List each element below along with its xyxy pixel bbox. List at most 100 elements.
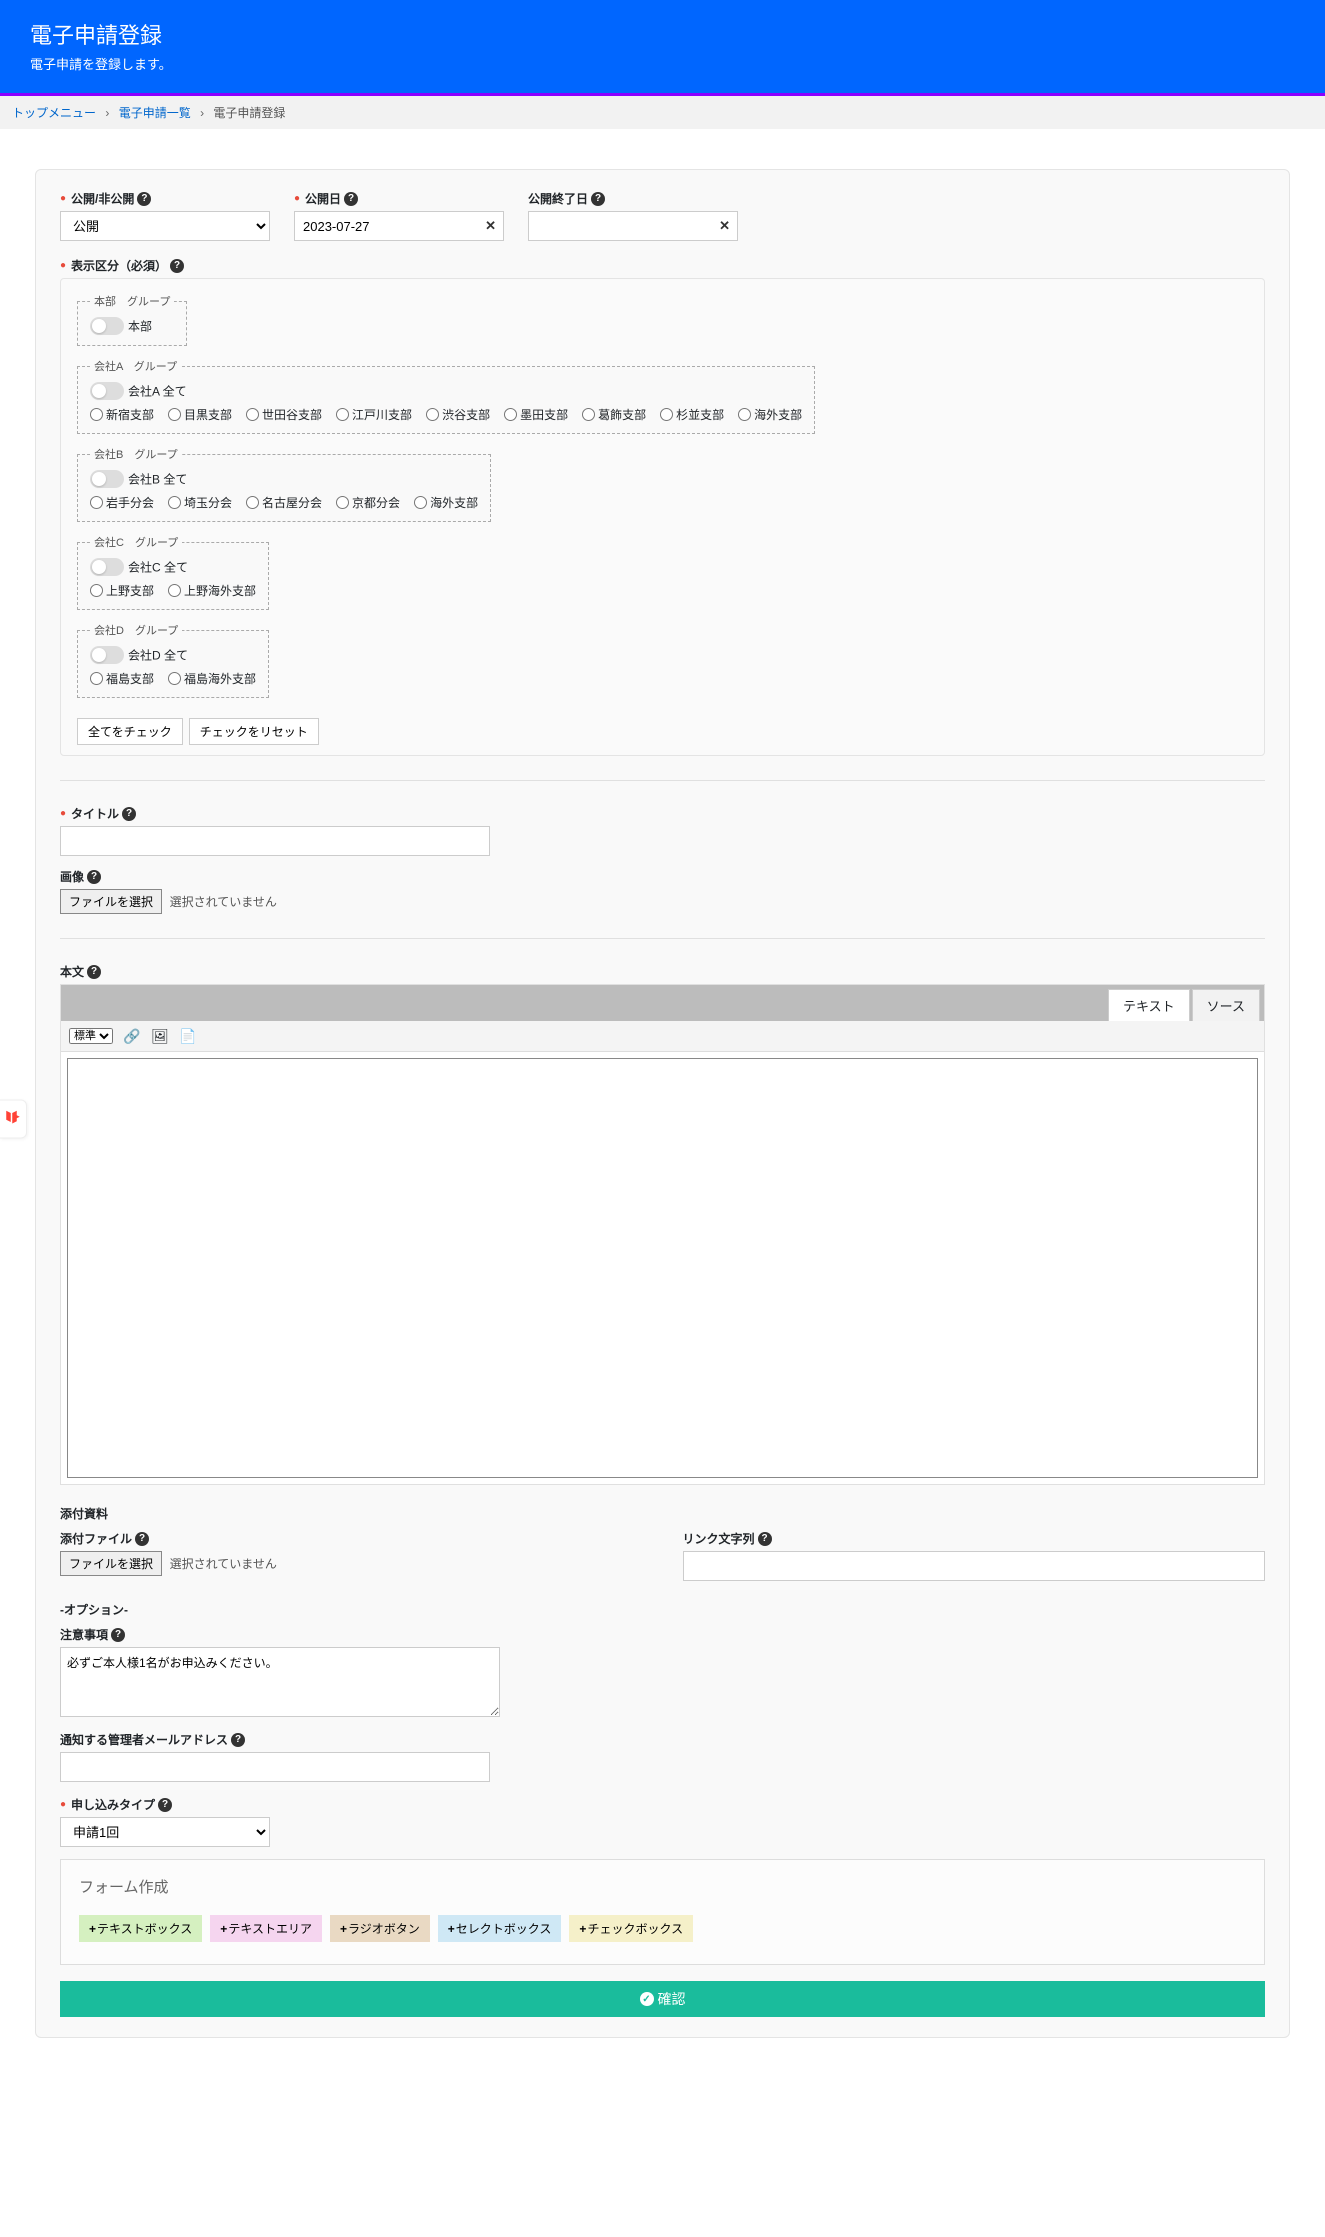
toggle-label: 会社B 全て bbox=[128, 473, 187, 487]
publish-end-label: 公開終了日? bbox=[528, 190, 738, 207]
branch-radio[interactable]: 渋谷支部 bbox=[426, 406, 490, 423]
link-text-input[interactable] bbox=[683, 1551, 1266, 1581]
help-icon[interactable]: ? bbox=[591, 192, 605, 206]
branch-radio[interactable]: 墨田支部 bbox=[504, 406, 568, 423]
file-icon[interactable]: 📄 bbox=[179, 1027, 197, 1045]
branch-radio[interactable]: 京都分会 bbox=[336, 494, 400, 511]
clear-icon[interactable]: ✕ bbox=[485, 218, 496, 234]
editor-textarea[interactable] bbox=[67, 1058, 1258, 1478]
publish-end-input[interactable] bbox=[528, 211, 738, 241]
form-panel: 公開/非公開? 公開 公開日? ✕ 公開終了日? ✕ 表示区分（必須）? 本部 … bbox=[35, 169, 1290, 2038]
branch-radio[interactable]: 福島海外支部 bbox=[168, 670, 256, 687]
branch-radio[interactable]: 世田谷支部 bbox=[246, 406, 322, 423]
side-handle[interactable] bbox=[0, 1099, 27, 1138]
help-icon[interactable]: ? bbox=[135, 1532, 149, 1546]
check-all-button[interactable]: 全てをチェック bbox=[77, 718, 183, 745]
check-circle-icon: ✓ bbox=[640, 1992, 654, 2006]
help-icon[interactable]: ? bbox=[231, 1733, 245, 1747]
separator bbox=[60, 780, 1265, 781]
body-label: 本文? bbox=[60, 963, 1265, 980]
branch-radio[interactable]: 杉並支部 bbox=[660, 406, 724, 423]
publish-date-label: 公開日? bbox=[294, 190, 504, 207]
branch-radio[interactable]: 上野海外支部 bbox=[168, 582, 256, 599]
help-icon[interactable]: ? bbox=[158, 1798, 172, 1812]
page-title: 電子申請登録 bbox=[30, 18, 1295, 50]
group-fieldset: 会社A グループ会社A 全て新宿支部目黒支部世田谷支部江戸川支部渋谷支部墨田支部… bbox=[77, 358, 815, 434]
visibility-select[interactable]: 公開 bbox=[60, 211, 270, 241]
image-file-button[interactable]: ファイルを選択 bbox=[60, 889, 162, 914]
group-legend: 会社A グループ bbox=[90, 358, 181, 374]
toggle-switch[interactable] bbox=[90, 382, 124, 400]
toggle-label: 会社A 全て bbox=[128, 385, 187, 399]
attach-file-button[interactable]: ファイルを選択 bbox=[60, 1551, 162, 1576]
add-textbox-button[interactable]: テキストボックス bbox=[79, 1915, 202, 1942]
separator bbox=[60, 938, 1265, 939]
branch-radio[interactable]: 福島支部 bbox=[90, 670, 154, 687]
branch-radio[interactable]: 海外支部 bbox=[738, 406, 802, 423]
help-icon[interactable]: ? bbox=[170, 259, 184, 273]
apply-type-label: 申し込みタイプ? bbox=[60, 1796, 270, 1813]
form-builder: フォーム作成 テキストボックステキストエリアラジオボタンセレクトボックスチェック… bbox=[60, 1859, 1265, 1965]
breadcrumb-top[interactable]: トップメニュー bbox=[12, 106, 96, 120]
confirm-button[interactable]: ✓ 確認 bbox=[60, 1981, 1265, 2017]
help-icon[interactable]: ? bbox=[344, 192, 358, 206]
breadcrumb-list[interactable]: 電子申請一覧 bbox=[119, 106, 191, 120]
branch-radio[interactable]: 新宿支部 bbox=[90, 406, 154, 423]
branch-radio[interactable]: 埼玉分会 bbox=[168, 494, 232, 511]
add-textarea-button[interactable]: テキストエリア bbox=[210, 1915, 322, 1942]
publish-date-input[interactable] bbox=[294, 211, 504, 241]
editor-tab-source[interactable]: ソース bbox=[1192, 989, 1260, 1021]
branch-radio[interactable]: 目黒支部 bbox=[168, 406, 232, 423]
toggle-switch[interactable] bbox=[90, 646, 124, 664]
breadcrumb: トップメニュー › 電子申請一覧 › 電子申請登録 bbox=[0, 96, 1325, 129]
help-icon[interactable]: ? bbox=[137, 192, 151, 206]
group-legend: 会社C グループ bbox=[90, 534, 182, 550]
branch-radio[interactable]: 岩手分会 bbox=[90, 494, 154, 511]
help-icon[interactable]: ? bbox=[111, 1628, 125, 1642]
add-radio-button[interactable]: ラジオボタン bbox=[330, 1915, 430, 1942]
add-select-button[interactable]: セレクトボックス bbox=[438, 1915, 562, 1942]
group-fieldset: 会社B グループ会社B 全て岩手分会埼玉分会名古屋分会京都分会海外支部 bbox=[77, 446, 491, 522]
toggle-switch[interactable] bbox=[90, 470, 124, 488]
chevron-right-icon: › bbox=[105, 106, 109, 120]
help-icon[interactable]: ? bbox=[122, 807, 136, 821]
admin-email-input[interactable] bbox=[60, 1752, 490, 1782]
laravel-icon bbox=[4, 1108, 22, 1126]
note-textarea[interactable]: 必ずご本人様1名がお申込みください。 bbox=[60, 1647, 500, 1717]
branch-radio[interactable]: 江戸川支部 bbox=[336, 406, 412, 423]
help-icon[interactable]: ? bbox=[758, 1532, 772, 1546]
branch-radio[interactable]: 海外支部 bbox=[414, 494, 478, 511]
branch-radio[interactable]: 名古屋分会 bbox=[246, 494, 322, 511]
clear-icon[interactable]: ✕ bbox=[719, 218, 730, 234]
toggle-label: 会社C 全て bbox=[128, 561, 188, 575]
group-fieldset: 会社C グループ会社C 全て上野支部上野海外支部 bbox=[77, 534, 269, 610]
branch-radio[interactable]: 葛飾支部 bbox=[582, 406, 646, 423]
format-select[interactable]: 標準 bbox=[69, 1028, 113, 1044]
admin-email-label: 通知する管理者メールアドレス? bbox=[60, 1731, 490, 1748]
form-builder-title: フォーム作成 bbox=[79, 1876, 1246, 1897]
title-label: タイトル? bbox=[60, 805, 490, 822]
link-icon[interactable]: 🔗 bbox=[123, 1027, 141, 1045]
title-input[interactable] bbox=[60, 826, 490, 856]
image-icon[interactable]: 🖼 bbox=[151, 1027, 169, 1045]
toggle-switch[interactable] bbox=[90, 558, 124, 576]
branch-radio[interactable]: 上野支部 bbox=[90, 582, 154, 599]
attachments-heading: 添付資料 bbox=[60, 1505, 1265, 1522]
add-checkbox-button[interactable]: チェックボックス bbox=[569, 1915, 693, 1942]
toggle-label: 本部 bbox=[128, 320, 152, 334]
link-text-label: リンク文字列? bbox=[683, 1530, 1266, 1547]
toggle-switch[interactable] bbox=[90, 317, 124, 335]
attach-file-label: 添付ファイル? bbox=[60, 1530, 643, 1547]
note-label: 注意事項? bbox=[60, 1626, 500, 1643]
display-group-label: 表示区分（必須）? bbox=[60, 257, 1265, 274]
image-label: 画像? bbox=[60, 868, 1265, 885]
breadcrumb-current: 電子申請登録 bbox=[213, 106, 285, 120]
help-icon[interactable]: ? bbox=[87, 965, 101, 979]
editor-tab-text[interactable]: テキスト bbox=[1108, 989, 1190, 1021]
help-icon[interactable]: ? bbox=[87, 870, 101, 884]
group-legend: 本部 グループ bbox=[90, 293, 174, 309]
reset-check-button[interactable]: チェックをリセット bbox=[189, 718, 319, 745]
page-header: 電子申請登録 電子申請を登録します。 bbox=[0, 0, 1325, 93]
apply-type-select[interactable]: 申請1回 bbox=[60, 1817, 270, 1847]
groups-container: 本部 グループ本部会社A グループ会社A 全て新宿支部目黒支部世田谷支部江戸川支… bbox=[60, 278, 1265, 756]
